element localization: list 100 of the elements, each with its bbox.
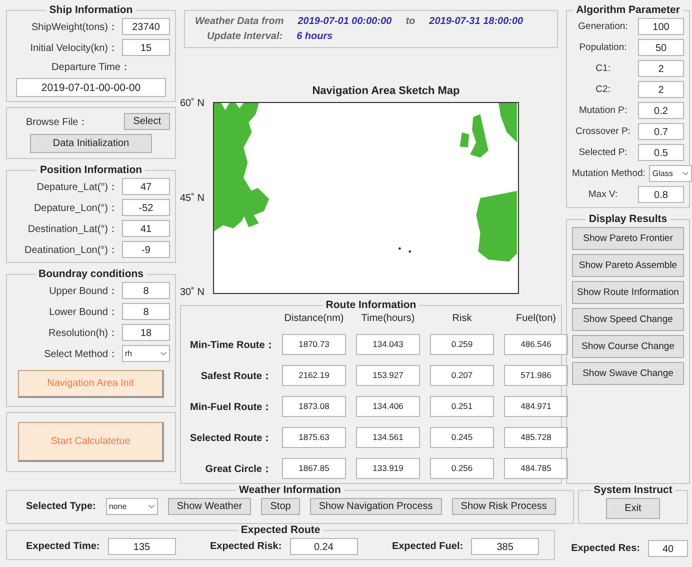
field-label: Expected Time: [26,541,100,552]
map-title: Navigation Area Sketch Map [311,85,461,97]
row-label: Great Circle： [204,462,272,476]
section-title: Weather Information [238,484,342,496]
field-label: Select Method： [44,348,118,360]
input-field[interactable]: 2019-07-01-00-00-00 [16,78,166,97]
input-field[interactable]: 18 [122,324,170,341]
latitude-label: 30˚ N [180,287,206,298]
field-label: Expected Res: [571,542,640,554]
display-button[interactable]: Show Pareto Assemble [572,254,684,277]
caret-icon [160,351,167,356]
input-field[interactable]: 2 [638,81,684,98]
input-field[interactable]: 50 [638,39,684,56]
field-label: Crossover P: [574,126,632,137]
latitude-label: 60˚ N [180,98,206,109]
table-cell: 0.245 [430,427,494,448]
field-label: C2: [594,84,612,95]
table-cell: 1870.73 [282,334,346,355]
input-field[interactable]: -52 [122,199,170,216]
caret-icon [148,504,155,509]
input-field[interactable]: 23740 [122,18,170,35]
column-header: Risk [451,313,473,324]
input-field[interactable]: 8 [122,303,170,320]
section-title: Display Results [588,213,668,225]
weather-button[interactable]: Show Weather [168,498,252,515]
field-label: Selected Type: [26,501,96,512]
section-title: Boundray conditions [38,268,144,280]
input-field[interactable]: 40 [648,540,688,556]
field-label: Mutation P: [578,105,628,116]
caret-icon [682,171,689,176]
row-label: Min-Time Route： [190,338,272,352]
field-label: Initial Velocity(kn)： [30,42,118,54]
method-dropdown[interactable]: Glass [649,165,692,182]
input-field[interactable]: 8 [122,282,170,299]
table-cell: 0.256 [430,458,494,479]
field-label: Deatination_Lon(°)： [24,244,118,256]
field-label: Departure Time： [52,61,130,74]
weather-button[interactable]: Show Risk Process [452,498,556,515]
field-label: ShipWeight(tons)： [31,20,118,34]
weather-button[interactable]: Show Navigation Process [310,498,442,515]
table-cell: 1875.63 [282,427,346,448]
input-field[interactable]: 100 [638,18,684,35]
weather-label: Weather Data from [195,16,284,27]
input-field[interactable]: 47 [122,178,170,195]
input-field[interactable]: 2 [638,60,684,77]
input-field[interactable]: 41 [122,220,170,237]
input-field[interactable]: 135 [108,538,176,555]
table-cell: 0.207 [430,365,494,386]
display-button[interactable]: Show Pareto Frontier [572,227,684,250]
table-cell: 153.927 [356,365,420,386]
exit-button[interactable]: Exit [606,498,660,519]
table-cell: 134.043 [356,334,420,355]
method-dropdown[interactable]: rh [122,345,170,362]
section-title: Route Information [324,299,418,311]
column-header: Time(hours) [360,313,416,324]
table-cell: 1867.85 [282,458,346,479]
section-title: Algorithm Parameter [575,4,681,16]
input-field[interactable]: -9 [122,241,170,258]
field-label: Resolution(h)： [48,326,118,340]
field-label: C1: [594,63,612,74]
column-header: Fuel(ton) [514,313,557,324]
section-title: Ship Information [48,4,134,16]
column-header: Distance(nm) [283,313,345,324]
field-label: Upper Bound： [49,284,118,298]
weather-label: to [406,16,416,27]
row-label: Min-Fuel Route： [190,400,272,414]
section-title: Position Information [38,164,144,176]
display-button[interactable]: Show Route Information [572,281,684,304]
input-field[interactable]: 0.7 [638,123,684,140]
start-date: 2019-07-01 00:00:00 [298,16,392,27]
field-label: Depature_Lat(°)： [36,180,118,194]
table-cell: 484.971 [504,396,568,417]
table-cell: 571.986 [504,365,568,386]
section-title: System Instruct [592,484,674,496]
weather-button[interactable]: Stop [261,498,300,515]
row-label: Safest Route： [200,370,272,382]
select-button[interactable]: Select [124,113,170,130]
table-cell: 484.785 [504,458,568,479]
input-field[interactable]: 15 [122,39,170,56]
input-field[interactable]: 0.2 [638,102,684,119]
table-cell: 134.406 [356,396,420,417]
type-dropdown[interactable]: none [106,498,158,515]
data-initialization-button[interactable]: Data Initialization [30,134,152,153]
table-cell: 134.561 [356,427,420,448]
input-field[interactable]: 0.24 [290,538,358,555]
table-cell: 1873.08 [282,396,346,417]
input-field[interactable]: 0.8 [638,186,684,203]
field-label: Generation: [577,21,629,32]
input-field[interactable]: 0.5 [638,144,684,161]
field-label: Destination_Lat(°)： [28,222,118,236]
display-button[interactable]: Show Swave Change [572,362,684,385]
display-button[interactable]: Show Course Change [572,335,684,358]
section-title: Expected Route [240,524,322,536]
field-label: Selected P: [578,147,628,158]
interval-value: 6 hours [296,31,333,42]
display-button[interactable]: Show Speed Change [572,308,684,331]
table-cell: 485.728 [504,427,568,448]
field-label: Expected Fuel: [392,541,464,552]
weather-label: Update Interval: [207,31,283,42]
input-field[interactable]: 385 [471,538,540,555]
